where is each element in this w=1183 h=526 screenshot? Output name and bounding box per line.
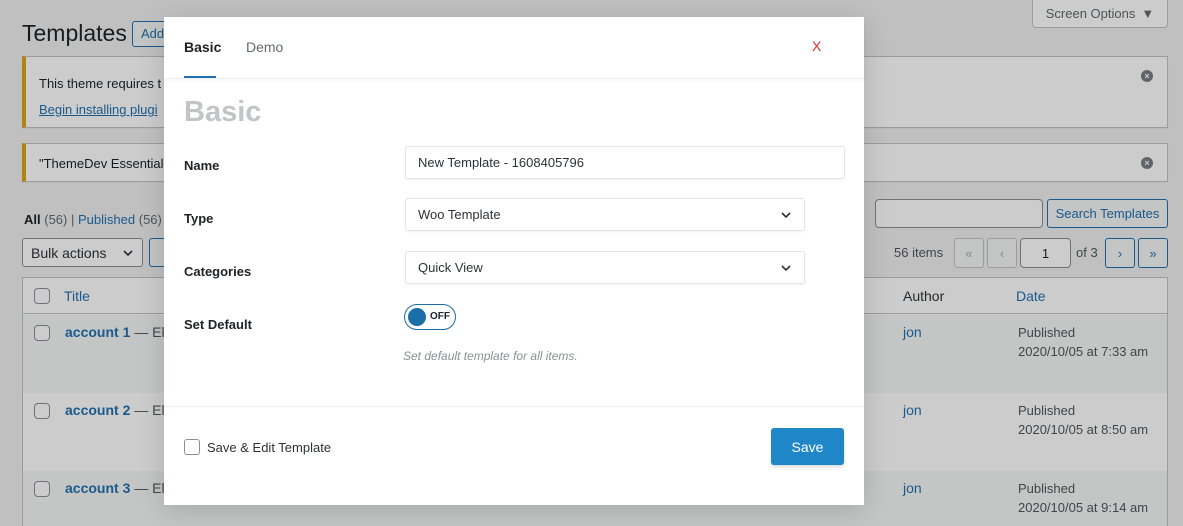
type-label: Type — [184, 211, 214, 226]
categories-select-value: Quick View — [418, 260, 483, 275]
new-template-modal: Basic Demo X Basic Name New Template - 1… — [164, 17, 864, 505]
modal-tabs: Basic Demo X — [164, 17, 864, 79]
section-title: Basic — [184, 96, 262, 128]
type-select[interactable]: Woo Template — [405, 198, 805, 231]
close-button[interactable]: X — [812, 38, 821, 54]
categories-label: Categories — [184, 264, 252, 279]
tab-basic[interactable]: Basic — [184, 39, 221, 55]
tab-demo[interactable]: Demo — [246, 39, 283, 55]
categories-select[interactable]: Quick View — [405, 251, 805, 284]
modal-footer: Save & Edit Template Save — [164, 406, 864, 505]
name-input[interactable]: New Template - 1608405796 — [405, 146, 845, 179]
set-default-toggle[interactable]: OFF — [404, 304, 456, 330]
save-edit-label[interactable]: Save & Edit Template — [207, 440, 331, 455]
toggle-state: OFF — [430, 311, 450, 322]
active-tab-indicator — [184, 76, 216, 78]
chevron-down-icon — [781, 264, 791, 271]
set-default-hint: Set default template for all items. — [403, 349, 578, 363]
save-edit-checkbox[interactable] — [184, 439, 200, 455]
set-default-label: Set Default — [184, 317, 252, 332]
name-label: Name — [184, 158, 220, 173]
save-button[interactable]: Save — [771, 428, 844, 465]
type-select-value: Woo Template — [418, 207, 501, 222]
chevron-down-icon — [781, 211, 791, 218]
toggle-knob — [408, 308, 426, 326]
